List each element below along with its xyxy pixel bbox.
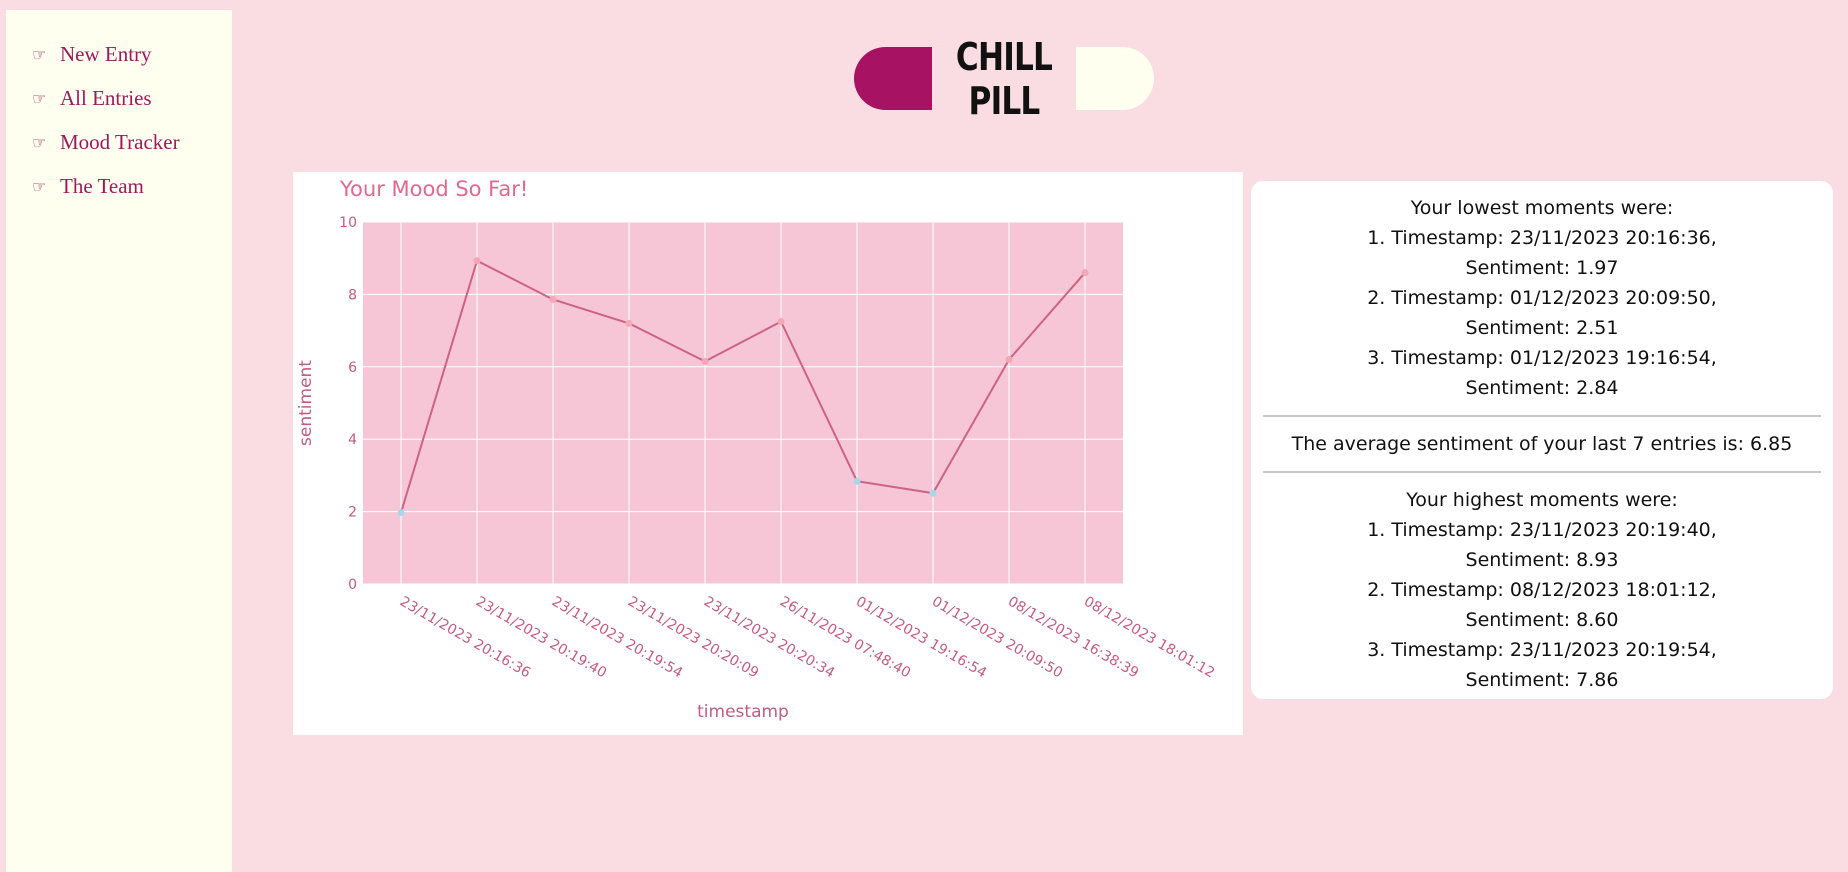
pointing-hand-icon: ☞ <box>32 88 47 108</box>
lowest-2-sentiment: Sentiment: 2.51 <box>1465 317 1619 339</box>
y-tick-label: 0 <box>348 577 357 593</box>
data-point[interactable] <box>549 295 557 303</box>
data-point[interactable] <box>473 257 481 265</box>
x-tick-label: 01/12/2023 20:09:50 <box>929 594 1065 682</box>
x-tick-label: 23/11/2023 20:20:34 <box>701 594 837 682</box>
lowest-1-timestamp: 1. Timestamp: 23/11/2023 20:16:36, <box>1367 227 1717 249</box>
mood-chart: Your Mood So Far! 0 2 4 6 8 10 23/11/2023 20:… <box>293 172 1243 735</box>
y-tick-label: 4 <box>348 432 357 448</box>
nav-list: ☞ New Entry ☞ All Entries ☞ Mood Tracker… <box>6 10 232 208</box>
logo-text: CHILL PILL <box>955 34 1053 123</box>
pointing-hand-icon: ☞ <box>32 176 47 196</box>
pointing-hand-icon: ☞ <box>32 44 47 64</box>
divider <box>1263 471 1821 473</box>
highest-2-sentiment: Sentiment: 8.60 <box>1465 609 1619 631</box>
y-tick-label: 2 <box>348 505 357 521</box>
pill-left-half <box>854 47 932 110</box>
sidebar-item-label: The Team <box>60 173 144 198</box>
x-tick-label: 23/11/2023 20:19:40 <box>473 594 609 682</box>
y-tick-label: 6 <box>348 360 357 376</box>
sidebar-item-the-team[interactable]: ☞ The Team <box>32 164 232 208</box>
lowest-1-sentiment: Sentiment: 1.97 <box>1465 257 1619 279</box>
pointing-hand-icon: ☞ <box>32 132 47 152</box>
pill-right-half <box>1076 47 1154 110</box>
y-axis-ticks: 0 2 4 6 8 10 <box>339 215 357 593</box>
sidebar-item-new-entry[interactable]: ☞ New Entry <box>32 32 232 76</box>
sidebar: ☞ New Entry ☞ All Entries ☞ Mood Tracker… <box>6 10 232 872</box>
data-point[interactable] <box>777 318 785 326</box>
lowest-3-timestamp: 3. Timestamp: 01/12/2023 19:16:54, <box>1367 347 1717 369</box>
data-point[interactable] <box>397 509 405 517</box>
highest-title: Your highest moments were: <box>1406 489 1678 511</box>
app-logo[interactable]: CHILL PILL <box>854 35 1154 123</box>
highest-3-timestamp: 3. Timestamp: 23/11/2023 20:19:54, <box>1367 639 1717 661</box>
x-tick-label: 23/11/2023 20:20:09 <box>625 594 761 682</box>
data-point[interactable] <box>625 319 633 327</box>
x-tick-label: 23/11/2023 20:16:36 <box>397 594 533 682</box>
x-axis-ticks: 23/11/2023 20:16:3623/11/2023 20:19:4023… <box>397 594 1217 682</box>
y-tick-label: 10 <box>339 215 357 231</box>
data-point[interactable] <box>1005 356 1013 364</box>
y-axis-title: sentiment <box>296 360 316 446</box>
mood-chart-svg: Your Mood So Far! 0 2 4 6 8 10 23/11/2023 20:… <box>296 177 1217 722</box>
average-sentiment: The average sentiment of your last 7 ent… <box>1291 433 1793 455</box>
sidebar-item-label: New Entry <box>60 41 152 66</box>
lowest-2-timestamp: 2. Timestamp: 01/12/2023 20:09:50, <box>1367 287 1717 309</box>
divider <box>1263 415 1821 417</box>
sidebar-item-mood-tracker[interactable]: ☞ Mood Tracker <box>32 120 232 164</box>
y-tick-label: 8 <box>348 287 357 303</box>
sidebar-item-label: All Entries <box>60 85 152 110</box>
lowest-3-sentiment: Sentiment: 2.84 <box>1465 377 1619 399</box>
sidebar-item-all-entries[interactable]: ☞ All Entries <box>32 76 232 120</box>
x-axis-title: timestamp <box>697 702 789 722</box>
x-tick-label: 08/12/2023 16:38:39 <box>1005 594 1141 682</box>
x-tick-label: 26/11/2023 07:48:40 <box>777 594 913 682</box>
data-point[interactable] <box>853 477 861 485</box>
highest-moments: Your highest moments were: 1. Timestamp:… <box>1251 485 1833 695</box>
mood-stats-panel: Your lowest moments were: 1. Timestamp: … <box>1251 181 1833 699</box>
data-point[interactable] <box>701 357 709 365</box>
highest-1-sentiment: Sentiment: 8.93 <box>1465 549 1619 571</box>
x-tick-label: 01/12/2023 19:16:54 <box>853 594 989 682</box>
highest-3-sentiment: Sentiment: 7.86 <box>1465 669 1619 691</box>
x-tick-label: 08/12/2023 18:01:12 <box>1081 594 1217 682</box>
highest-2-timestamp: 2. Timestamp: 08/12/2023 18:01:12, <box>1367 579 1717 601</box>
data-point[interactable] <box>1081 269 1089 277</box>
lowest-title: Your lowest moments were: <box>1410 197 1674 219</box>
chart-title: Your Mood So Far! <box>339 177 528 201</box>
highest-1-timestamp: 1. Timestamp: 23/11/2023 20:19:40, <box>1367 519 1717 541</box>
sidebar-item-label: Mood Tracker <box>60 129 180 154</box>
lowest-moments: Your lowest moments were: 1. Timestamp: … <box>1251 181 1833 403</box>
x-tick-label: 23/11/2023 20:19:54 <box>549 594 685 682</box>
data-point[interactable] <box>929 489 937 497</box>
